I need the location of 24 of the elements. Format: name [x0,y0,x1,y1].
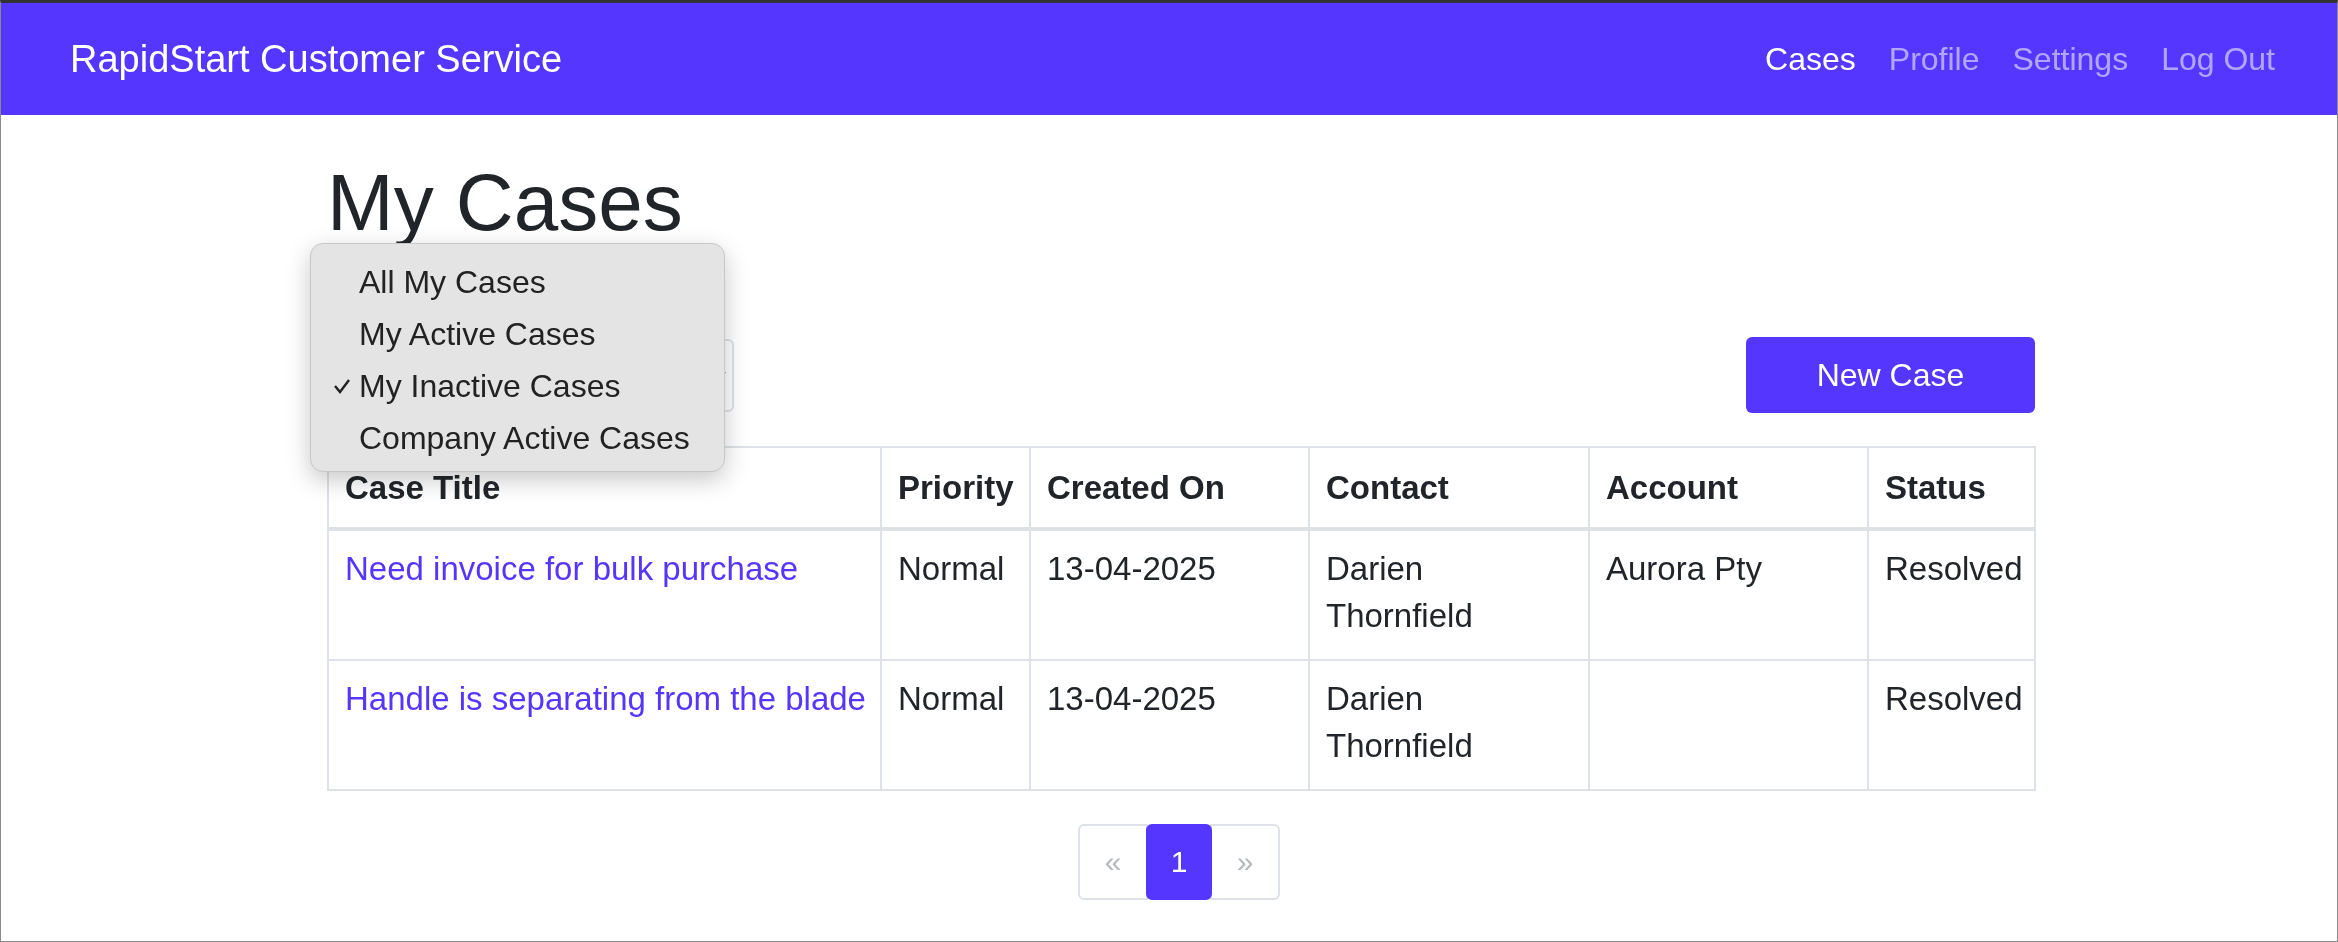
new-case-button[interactable]: New Case [1746,337,2035,413]
page-heading: My Cases [327,159,684,247]
column-header: Account [1589,447,1868,529]
column-header: Created On [1030,447,1309,529]
column-header: Contact [1309,447,1589,529]
brand-title[interactable]: RapidStart Customer Service [70,37,563,81]
contact-cell: Darien Thornfield [1309,529,1589,660]
column-header: Status [1868,447,2035,529]
date-cell: 13-04-2025 [1030,529,1309,660]
case-link[interactable]: Need invoice for bulk purchase [345,550,799,587]
menu-option[interactable]: All My Cases [311,256,724,308]
nav-link[interactable]: Cases [1765,40,1856,78]
priority-cell: Normal [881,660,1030,790]
page-button[interactable]: 1 [1146,824,1212,900]
contact-cell: Darien Thornfield [1309,660,1589,790]
column-header: Priority [881,447,1030,529]
status-cell: Resolved [1868,529,2035,660]
menu-option[interactable]: My Active Cases [311,308,724,360]
account-cell: Aurora Pty [1589,529,1868,660]
status-cell: Resolved [1868,660,2035,790]
date-cell: 13-04-2025 [1030,660,1309,790]
menu-option[interactable]: My Inactive Cases [311,360,724,412]
priority-cell: Normal [881,529,1030,660]
case-link[interactable]: Handle is separating from the blade [345,680,866,717]
